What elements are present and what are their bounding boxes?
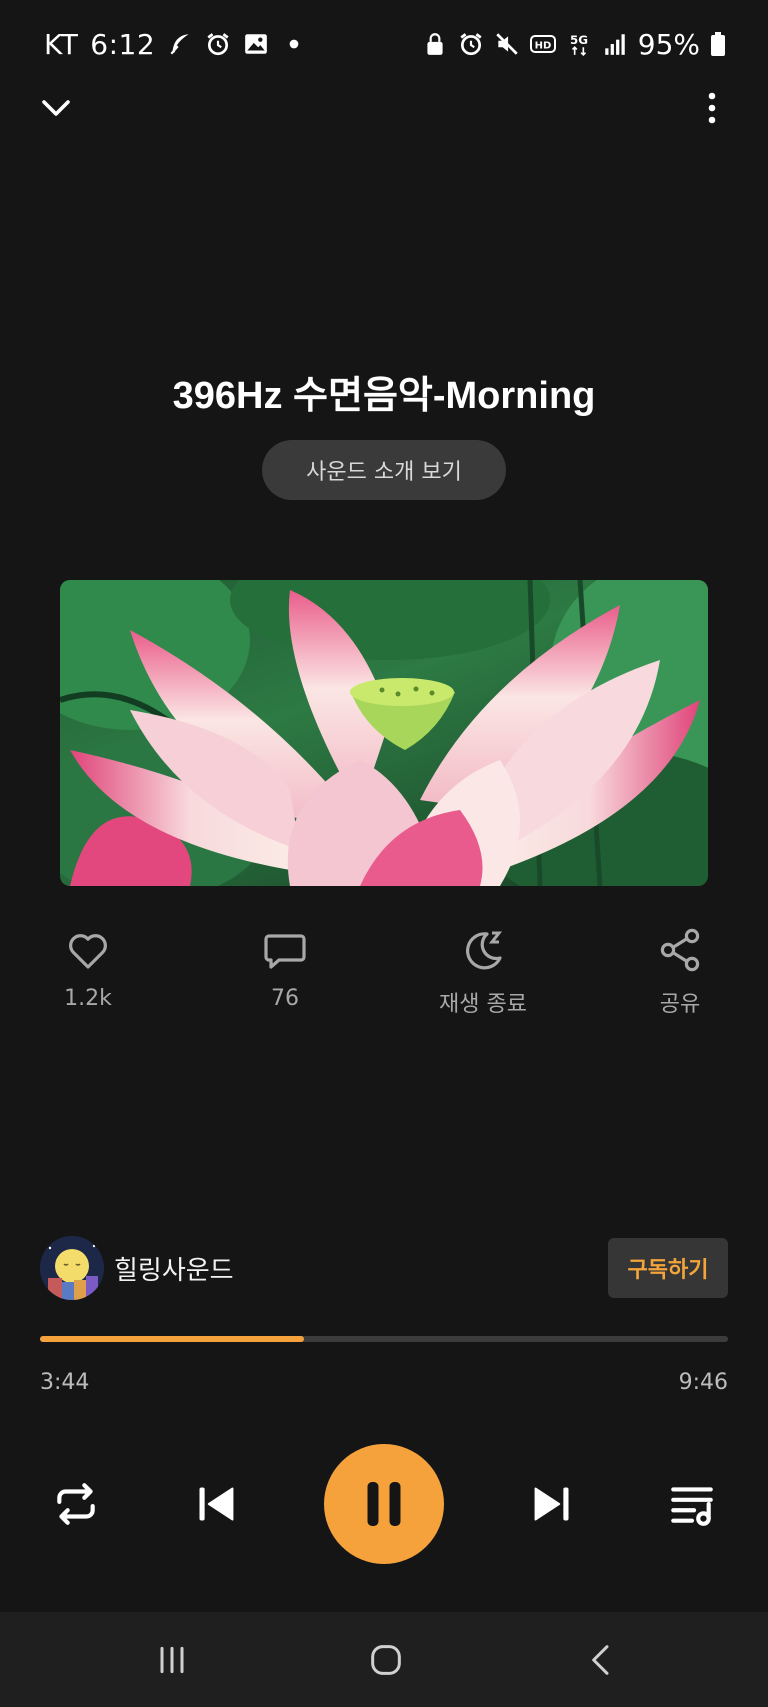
comment-button[interactable]: 76: [215, 926, 355, 1036]
status-bar: KT 6:12 HD 5G 95%: [0, 0, 768, 86]
svg-text:HD: HD: [534, 41, 551, 52]
share-icon: [660, 928, 700, 972]
gallery-icon: [245, 34, 268, 54]
5g-icon: 5G: [570, 33, 588, 56]
repeat-button[interactable]: [46, 1474, 106, 1534]
comment-count: 76: [271, 986, 299, 1011]
album-artwork: [60, 580, 708, 886]
comment-icon: [264, 934, 306, 969]
more-options-button[interactable]: [690, 86, 734, 130]
moon-icon: [466, 931, 503, 970]
back-button[interactable]: [572, 1632, 632, 1688]
recents-button[interactable]: [142, 1632, 202, 1688]
system-nav-bar: [0, 1612, 768, 1707]
elapsed-time: 3:44: [40, 1370, 90, 1395]
previous-button[interactable]: [186, 1474, 246, 1534]
clock-text: 6:12: [90, 27, 156, 61]
recents-icon: [160, 1646, 184, 1674]
skip-previous-icon: [199, 1487, 234, 1521]
dot-icon: [289, 39, 299, 49]
collapse-button[interactable]: [36, 88, 76, 128]
lock-icon: [427, 33, 443, 55]
progress-fill: [40, 1336, 304, 1342]
like-count: 1.2k: [64, 986, 112, 1011]
chevron-down-icon: [42, 100, 70, 116]
lotus-flower-image: [60, 580, 708, 886]
pause-icon: [367, 1482, 401, 1526]
heart-icon: [69, 934, 107, 969]
feather-icon: [170, 34, 189, 55]
subscribe-button[interactable]: 구독하기: [608, 1238, 728, 1298]
repeat-icon: [57, 1483, 95, 1525]
alarm-icon: [460, 33, 482, 56]
next-button[interactable]: [522, 1474, 582, 1534]
sleep-timer-label: 재생 종료: [439, 992, 527, 1017]
channel-avatar[interactable]: [40, 1236, 104, 1300]
home-button[interactable]: [356, 1632, 416, 1688]
total-time: 9:46: [678, 1370, 728, 1395]
carrier-text: KT: [44, 27, 79, 61]
skip-next-icon: [534, 1487, 569, 1521]
hd-icon: HD: [529, 35, 556, 53]
home-icon: [371, 1645, 401, 1675]
avatar-image: [40, 1236, 104, 1300]
sleep-timer-button[interactable]: 재생 종료: [413, 926, 553, 1036]
back-icon: [592, 1645, 609, 1675]
status-left: KT 6:12: [44, 24, 307, 64]
svg-text:5G: 5G: [570, 33, 588, 47]
channel-name[interactable]: 힐링사운드: [114, 1250, 234, 1287]
share-button[interactable]: 공유: [610, 926, 750, 1036]
sound-intro-button[interactable]: 사운드 소개 보기: [262, 440, 506, 500]
status-right: HD 5G 95%: [422, 24, 726, 64]
playlist-icon: [671, 1487, 713, 1526]
pause-button[interactable]: [324, 1444, 444, 1564]
like-button[interactable]: 1.2k: [18, 926, 158, 1036]
battery-text: 95%: [637, 27, 700, 61]
share-label: 공유: [659, 992, 701, 1017]
battery-icon: [711, 32, 725, 56]
progress-bar[interactable]: [40, 1336, 728, 1342]
queue-button[interactable]: [662, 1474, 722, 1534]
mute-icon: [496, 33, 518, 55]
signal-icon: [605, 34, 625, 55]
alarm-icon: [207, 33, 229, 56]
more-vertical-icon: [708, 92, 716, 124]
track-title: 396Hz 수면음악-Morning: [172, 375, 596, 417]
